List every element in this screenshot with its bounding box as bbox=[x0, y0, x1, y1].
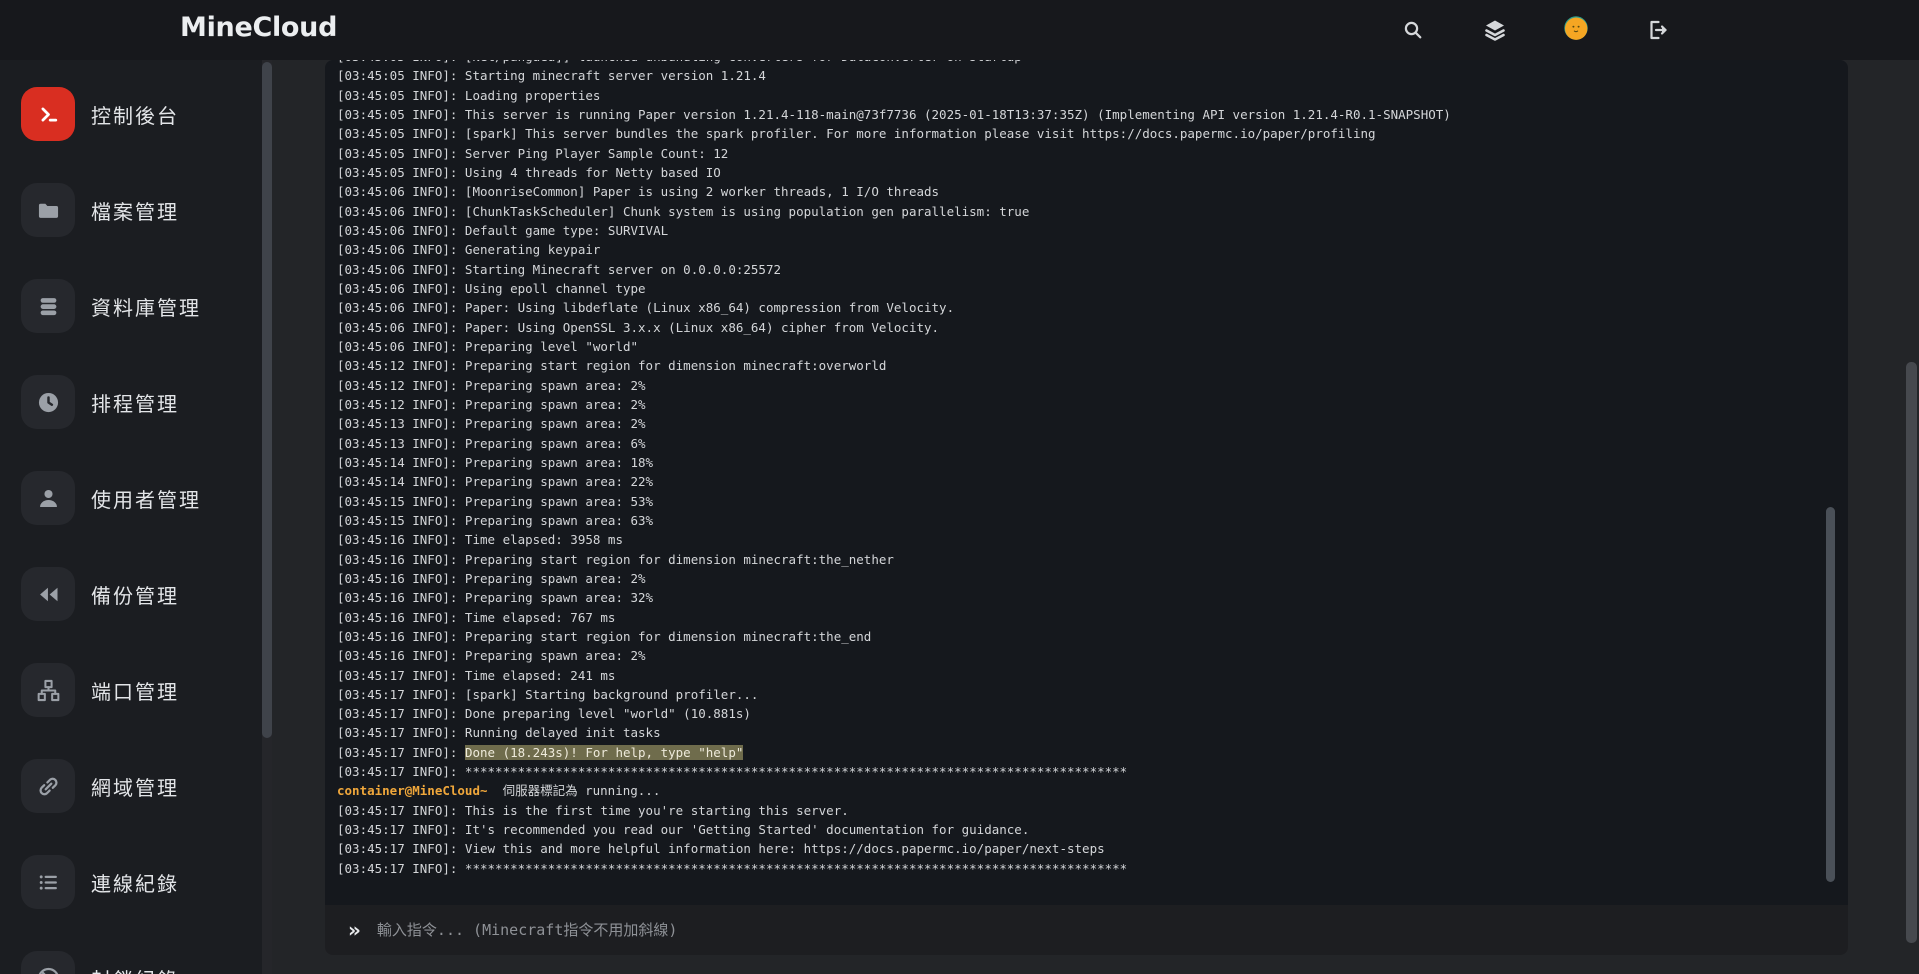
sidebar-item-label: 控制後台 bbox=[91, 100, 179, 129]
rewind-icon bbox=[21, 567, 75, 621]
log-line: [03:45:12 INFO]: Preparing spawn area: 2… bbox=[337, 376, 1848, 395]
log-line: [03:45:06 INFO]: Generating keypair bbox=[337, 240, 1848, 259]
log-line: [03:45:14 INFO]: Preparing spawn area: 2… bbox=[337, 472, 1848, 491]
log-line: [03:45:06 INFO]: Using epoll channel typ… bbox=[337, 279, 1848, 298]
log-line: [03:45:17 INFO]: ***********************… bbox=[337, 762, 1848, 781]
log-line: [03:45:16 INFO]: Preparing spawn area: 2… bbox=[337, 646, 1848, 665]
log-line: [03:45:16 INFO]: Preparing start region … bbox=[337, 627, 1848, 646]
sidebar-item-label: 檔案管理 bbox=[91, 196, 179, 225]
log-line: [03:45:05 INFO]: This server is running … bbox=[337, 105, 1848, 124]
log-line: [03:45:05 INFO]: Using 4 threads for Net… bbox=[337, 163, 1848, 182]
database-icon bbox=[21, 279, 75, 333]
layers-icon[interactable] bbox=[1483, 18, 1507, 42]
sidebar-item-terminal[interactable]: 控制後台 bbox=[0, 66, 262, 162]
highlighted-log-text: Done (18.243s)! For help, type "help" bbox=[465, 745, 743, 760]
search-icon[interactable] bbox=[1401, 18, 1425, 42]
log-line: [03:45:16 INFO]: Time elapsed: 3958 ms bbox=[337, 530, 1848, 549]
minecloud-app: { "app": { "title": "MineCloud" }, "head… bbox=[0, 0, 1919, 974]
sidebar-item-label: 連線紀錄 bbox=[91, 868, 179, 897]
log-line: [03:45:13 INFO]: Preparing spawn area: 6… bbox=[337, 434, 1848, 453]
user-icon bbox=[21, 471, 75, 525]
header-bar: MineCloud bbox=[0, 0, 1919, 60]
log-line: [03:45:15 INFO]: Preparing spawn area: 5… bbox=[337, 492, 1848, 511]
sidebar-item-label: 封鎖紀錄 bbox=[91, 964, 179, 974]
log-line: [03:45:17 INFO]: Done (18.243s)! For hel… bbox=[337, 743, 1848, 762]
sidebar-item-network[interactable]: 端口管理 bbox=[0, 642, 262, 738]
log-line: [03:45:06 INFO]: [ChunkTaskScheduler] Ch… bbox=[337, 202, 1848, 221]
sidebar-item-label: 端口管理 bbox=[91, 676, 179, 705]
logout-icon[interactable] bbox=[1646, 18, 1670, 42]
sidebar-nav: 控制後台檔案管理資料庫管理排程管理使用者管理備份管理端口管理網域管理連線紀錄封鎖… bbox=[0, 60, 262, 974]
sidebar-item-label: 排程管理 bbox=[91, 388, 179, 417]
command-input[interactable] bbox=[375, 920, 1828, 940]
log-line: [03:45:06 INFO]: Paper: Using OpenSSL 3.… bbox=[337, 318, 1848, 337]
log-line: [03:45:06 INFO]: [MoonriseCommon] Paper … bbox=[337, 182, 1848, 201]
prompt-chevrons-icon: » bbox=[348, 920, 361, 940]
page-scrollbar-thumb[interactable] bbox=[1906, 362, 1917, 943]
sidebar-item-clock[interactable]: 排程管理 bbox=[0, 354, 262, 450]
console-scrollbar-thumb[interactable] bbox=[1826, 507, 1835, 882]
log-line: [03:45:17 INFO]: It's recommended you re… bbox=[337, 820, 1848, 839]
list-icon bbox=[21, 855, 75, 909]
log-line: [03:45:17 INFO]: View this and more help… bbox=[337, 839, 1848, 858]
log-line: [03:45:14 INFO]: Preparing spawn area: 1… bbox=[337, 453, 1848, 472]
sidebar-item-link[interactable]: 網域管理 bbox=[0, 738, 262, 834]
log-line: [03:45:05 INFO]: [spark] This server bun… bbox=[337, 124, 1848, 143]
log-line: [03:45:17 INFO]: Time elapsed: 241 ms bbox=[337, 666, 1848, 685]
log-line: [03:45:17 INFO]: Done preparing level "w… bbox=[337, 704, 1848, 723]
log-line: [03:45:06 INFO]: Paper: Using libdeflate… bbox=[337, 298, 1848, 317]
terminal-icon bbox=[21, 87, 75, 141]
sidebar-item-user[interactable]: 使用者管理 bbox=[0, 450, 262, 546]
sidebar-item-ban[interactable]: 封鎖紀錄 bbox=[0, 930, 262, 974]
avatar[interactable] bbox=[1564, 16, 1588, 40]
ban-icon bbox=[21, 951, 75, 974]
console-log[interactable]: [03:45:05 INFO]: [Net/pangaea]] launched… bbox=[325, 60, 1848, 905]
folder-icon bbox=[21, 183, 75, 237]
sidebar-item-database[interactable]: 資料庫管理 bbox=[0, 258, 262, 354]
log-line: [03:45:16 INFO]: Preparing spawn area: 3… bbox=[337, 588, 1848, 607]
log-line: [03:45:13 INFO]: Preparing spawn area: 2… bbox=[337, 414, 1848, 433]
log-line: [03:45:16 INFO]: Preparing start region … bbox=[337, 550, 1848, 569]
log-line: [03:45:05 INFO]: Loading properties bbox=[337, 86, 1848, 105]
sidebar-item-folder[interactable]: 檔案管理 bbox=[0, 162, 262, 258]
sidebar-item-label: 網域管理 bbox=[91, 772, 179, 801]
log-line: [03:45:15 INFO]: Preparing spawn area: 6… bbox=[337, 511, 1848, 530]
log-line: [03:45:12 INFO]: Preparing start region … bbox=[337, 356, 1848, 375]
log-line: [03:45:05 INFO]: Starting minecraft serv… bbox=[337, 66, 1848, 85]
command-bar: » bbox=[325, 905, 1848, 955]
log-line: [03:45:17 INFO]: This is the first time … bbox=[337, 801, 1848, 820]
sidebar-item-label: 資料庫管理 bbox=[91, 292, 201, 321]
sidebar-scrollbar-thumb[interactable] bbox=[262, 62, 272, 738]
log-line: [03:45:17 INFO]: [spark] Starting backgr… bbox=[337, 685, 1848, 704]
log-line: container@MineCloud~ 伺服器標記為 running... bbox=[337, 781, 1848, 800]
container-prompt: container@MineCloud~ bbox=[337, 783, 488, 798]
log-line: [03:45:17 INFO]: Running delayed init ta… bbox=[337, 723, 1848, 742]
clock-icon bbox=[21, 375, 75, 429]
network-icon bbox=[21, 663, 75, 717]
log-line: [03:45:06 INFO]: Preparing level "world" bbox=[337, 337, 1848, 356]
sidebar-item-list[interactable]: 連線紀錄 bbox=[0, 834, 262, 930]
log-line: [03:45:16 INFO]: Time elapsed: 767 ms bbox=[337, 608, 1848, 627]
sidebar-item-label: 使用者管理 bbox=[91, 484, 201, 513]
app-title: MineCloud bbox=[180, 12, 337, 43]
log-line: [03:45:05 INFO]: Server Ping Player Samp… bbox=[337, 144, 1848, 163]
sidebar-item-label: 備份管理 bbox=[91, 580, 179, 609]
log-output: [03:45:05 INFO]: [Net/pangaea]] launched… bbox=[337, 60, 1848, 878]
log-line: [03:45:16 INFO]: Preparing spawn area: 2… bbox=[337, 569, 1848, 588]
sidebar-item-rewind[interactable]: 備份管理 bbox=[0, 546, 262, 642]
log-line: [03:45:12 INFO]: Preparing spawn area: 2… bbox=[337, 395, 1848, 414]
log-line: [03:45:17 INFO]: ***********************… bbox=[337, 859, 1848, 878]
log-line: [03:45:06 INFO]: Default game type: SURV… bbox=[337, 221, 1848, 240]
log-line: [03:45:06 INFO]: Starting Minecraft serv… bbox=[337, 260, 1848, 279]
link-icon bbox=[21, 759, 75, 813]
